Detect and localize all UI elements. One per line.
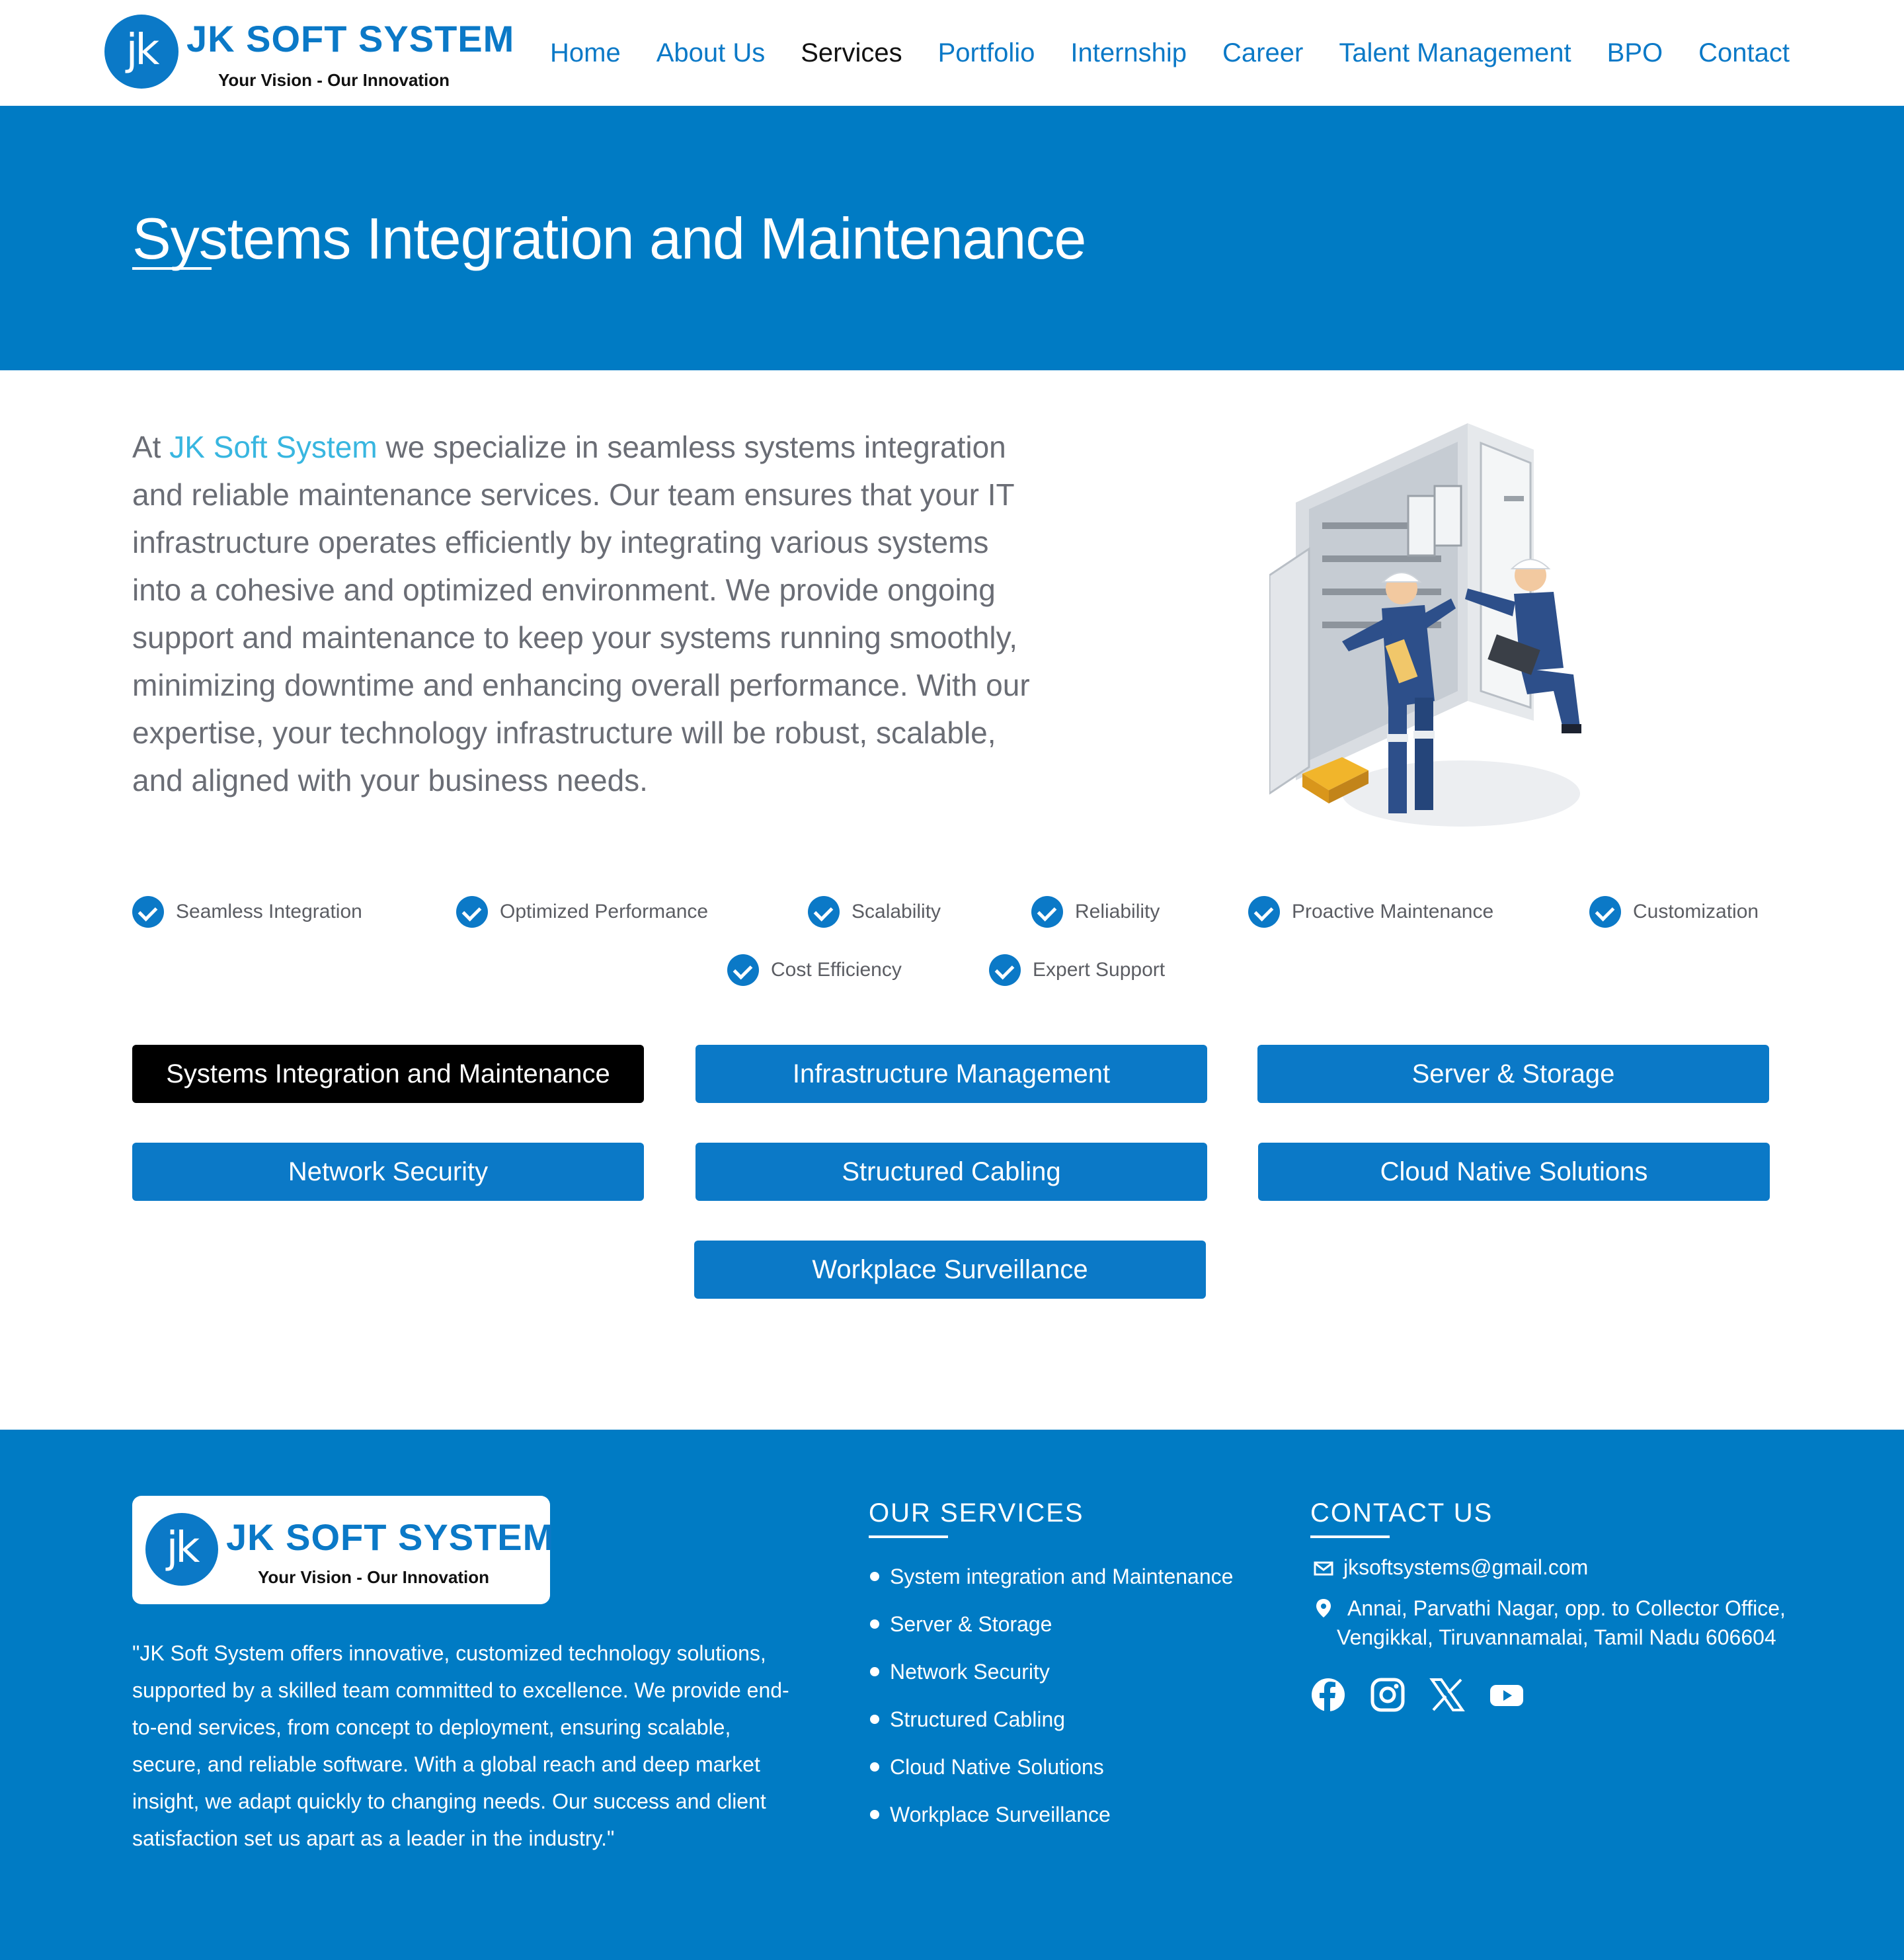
check-circle-icon bbox=[727, 954, 759, 986]
service-button-cloud-native[interactable]: Cloud Native Solutions bbox=[1258, 1143, 1770, 1201]
service-button-network-security[interactable]: Network Security bbox=[132, 1143, 644, 1201]
nav-portfolio[interactable]: Portfolio bbox=[938, 34, 1035, 74]
technicians-electrical-cabinet-illustration bbox=[1269, 423, 1581, 827]
nav-bpo[interactable]: BPO bbox=[1607, 34, 1663, 74]
service-button-systems-integration[interactable]: Systems Integration and Maintenance bbox=[132, 1045, 644, 1103]
intro-paragraph: At JK Soft System we specialize in seaml… bbox=[132, 430, 1030, 797]
footer-logo[interactable]: jk JK SOFT SYSTEM Your Vision - Our Inno… bbox=[132, 1496, 553, 1604]
footer-service-link[interactable]: Network Security bbox=[869, 1648, 1233, 1695]
logo-tagline: Your Vision - Our Innovation bbox=[258, 1567, 490, 1587]
site-logo[interactable]: jk JK SOFT SYSTEM Your Vision - Our Inno… bbox=[104, 15, 514, 94]
intro-brand: JK Soft System bbox=[169, 430, 377, 464]
site-footer: jk JK SOFT SYSTEM Your Vision - Our Inno… bbox=[0, 1430, 1904, 1960]
heading-underline bbox=[1310, 1535, 1390, 1538]
footer-about-text: "JK Soft System offers innovative, custo… bbox=[132, 1641, 789, 1850]
footer-contact-heading: CONTACT US bbox=[1310, 1498, 1493, 1528]
youtube-icon[interactable] bbox=[1489, 1677, 1525, 1713]
facebook-icon[interactable] bbox=[1310, 1677, 1346, 1713]
footer-address-line2: Vengikkal, Tiruvannamalai, Tamil Nadu 60… bbox=[1337, 1625, 1776, 1649]
check-circle-icon bbox=[1248, 896, 1280, 928]
logo-tagline: Your Vision - Our Innovation bbox=[218, 70, 450, 90]
page-title: Systems Integration and Maintenance bbox=[132, 206, 1086, 271]
footer-services-heading: OUR SERVICES bbox=[869, 1498, 1084, 1528]
logo-title: JK SOFT SYSTEM bbox=[186, 18, 515, 60]
check-circle-icon bbox=[808, 896, 840, 928]
site-header: jk JK SOFT SYSTEM Your Vision - Our Inno… bbox=[0, 0, 1904, 106]
feature-item: Seamless Integration bbox=[132, 896, 362, 928]
footer-service-link[interactable]: Server & Storage bbox=[869, 1600, 1233, 1648]
check-circle-icon bbox=[132, 896, 164, 928]
social-links bbox=[1310, 1677, 1548, 1713]
check-circle-icon bbox=[1589, 896, 1621, 928]
check-circle-icon bbox=[1031, 896, 1063, 928]
logo-title: JK SOFT SYSTEM bbox=[226, 1516, 555, 1558]
main-nav: Home About Us Services Portfolio Interns… bbox=[550, 34, 1790, 74]
x-icon[interactable] bbox=[1429, 1677, 1465, 1713]
footer-address: Annai, Parvathi Nagar, opp. to Collector… bbox=[1310, 1594, 1786, 1623]
mail-icon bbox=[1314, 1561, 1333, 1576]
feature-item: Customization bbox=[1589, 896, 1759, 928]
page-hero: Systems Integration and Maintenance bbox=[0, 106, 1904, 370]
nav-contact[interactable]: Contact bbox=[1698, 34, 1790, 74]
footer-service-link[interactable]: Structured Cabling bbox=[869, 1695, 1233, 1743]
footer-email[interactable]: jksoftsystems@gmail.com bbox=[1310, 1553, 1588, 1582]
check-circle-icon bbox=[989, 954, 1021, 986]
feature-item: Expert Support bbox=[989, 954, 1165, 986]
nav-internship[interactable]: Internship bbox=[1070, 34, 1187, 74]
feature-item: Scalability bbox=[808, 896, 941, 928]
service-button-workplace-surveillance[interactable]: Workplace Surveillance bbox=[694, 1241, 1206, 1299]
footer-service-link[interactable]: System integration and Maintenance bbox=[869, 1553, 1233, 1600]
location-pin-icon bbox=[1316, 1599, 1331, 1617]
feature-item: Cost Efficiency bbox=[727, 954, 902, 986]
nav-home[interactable]: Home bbox=[550, 34, 621, 74]
service-button-structured-cabling[interactable]: Structured Cabling bbox=[695, 1143, 1207, 1201]
feature-item: Reliability bbox=[1031, 896, 1160, 928]
feature-item: Optimized Performance bbox=[456, 896, 708, 928]
check-circle-icon bbox=[456, 896, 488, 928]
service-button-server-storage[interactable]: Server & Storage bbox=[1257, 1045, 1769, 1103]
footer-service-link[interactable]: Cloud Native Solutions bbox=[869, 1743, 1233, 1791]
service-button-infrastructure-management[interactable]: Infrastructure Management bbox=[695, 1045, 1207, 1103]
nav-career[interactable]: Career bbox=[1222, 34, 1303, 74]
title-underline bbox=[132, 267, 212, 270]
logo-mark: jk bbox=[104, 15, 178, 89]
nav-talent-management[interactable]: Talent Management bbox=[1339, 34, 1571, 74]
nav-about-us[interactable]: About Us bbox=[656, 34, 766, 74]
heading-underline bbox=[869, 1535, 948, 1538]
nav-services[interactable]: Services bbox=[801, 34, 902, 74]
logo-mark: jk bbox=[145, 1513, 218, 1586]
feature-item: Proactive Maintenance bbox=[1248, 896, 1493, 928]
footer-service-link[interactable]: Workplace Surveillance bbox=[869, 1791, 1233, 1838]
instagram-icon[interactable] bbox=[1370, 1677, 1406, 1713]
footer-services-list: System integration and Maintenance Serve… bbox=[869, 1553, 1233, 1838]
